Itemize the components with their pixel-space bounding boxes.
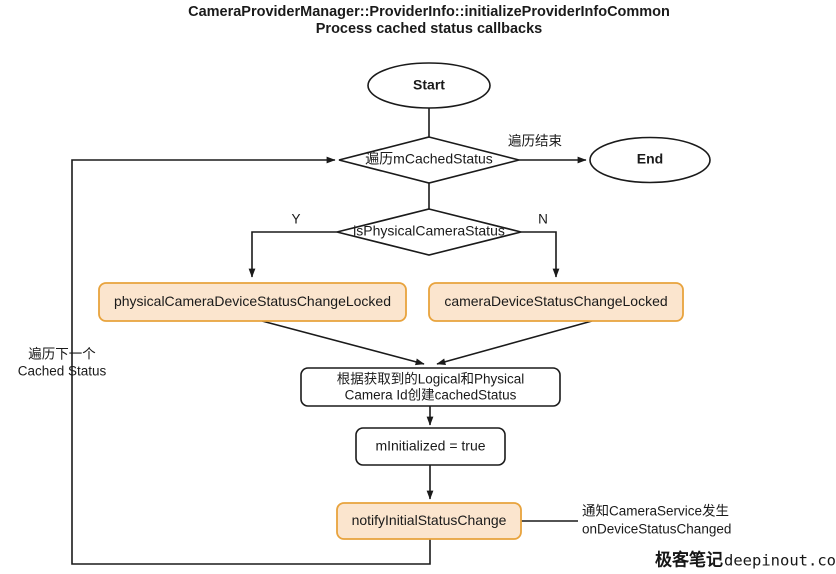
node-end[interactable]: End [589,136,711,184]
camera-status-change-label: cameraDeviceStatusChangeLocked [444,293,667,309]
node-set-initialized[interactable]: mInitialized = true [355,427,506,466]
node-physical-decision[interactable]: isPhysicalCameraStatus [336,208,522,256]
flowchart-svg: CameraProviderManager::ProviderInfo::ini… [18,4,836,571]
node-create-cached-status[interactable]: 根据获取到的Logical和Physical Camera Id创建cached… [300,367,561,407]
loop-label-line-1: 遍历下一个 [28,347,96,362]
edge-label-traverse-end: 遍历结束 [508,134,562,149]
node-physical-status-change[interactable]: physicalCameraDeviceStatusChangeLocked [98,282,407,322]
edge-label-yes: Y [291,212,300,227]
watermark-cn-text: 极客笔记 [655,550,723,571]
loop-decision-label: 遍历mCachedStatus [365,151,493,167]
edge-physical-status-change-to-create-cached-status [261,320,425,366]
edge-no-to-camera-status-change [521,231,560,278]
set-initialized-label: mInitialized = true [375,438,485,454]
create-cached-status-label-line-1: 根据获取到的Logical和Physical [337,372,525,387]
note-notify: 通知CameraService发生 onDeviceStatusChanged [582,503,731,537]
watermark-domain-text: deepinout.com [724,552,836,570]
physical-decision-label: isPhysicalCameraStatus [353,223,505,239]
edge-camera-status-change-to-create-cached-status [436,320,593,366]
node-camera-status-change[interactable]: cameraDeviceStatusChangeLocked [428,282,684,322]
title-line-1: CameraProviderManager::ProviderInfo::ini… [188,4,670,20]
loop-label-line-2: Cached Status [18,364,107,379]
node-loop-decision[interactable]: 遍历mCachedStatus [338,136,520,184]
flowchart-canvas: CameraProviderManager::ProviderInfo::ini… [0,0,836,574]
note-notify-line-1: 通知CameraService发生 [582,503,729,519]
notify-initial-status-label: notifyInitialStatusChange [352,512,507,528]
title-line-2: Process cached status callbacks [316,21,543,37]
node-start[interactable]: Start [367,62,491,109]
watermark: 极客笔记 deepinout.com [655,550,836,571]
end-label: End [637,151,663,167]
diagram-title: CameraProviderManager::ProviderInfo::ini… [188,4,670,37]
create-cached-status-label-line-2: Camera Id创建cachedStatus [345,388,517,403]
note-notify-line-2: onDeviceStatusChanged [582,522,731,537]
physical-status-change-label: physicalCameraDeviceStatusChangeLocked [114,293,391,309]
edge-yes-to-physical-status-change [248,231,337,278]
edge-label-no: N [538,212,548,227]
start-label: Start [413,77,445,93]
edges-layer [71,108,593,565]
node-notify-initial-status[interactable]: notifyInitialStatusChange [336,502,522,540]
